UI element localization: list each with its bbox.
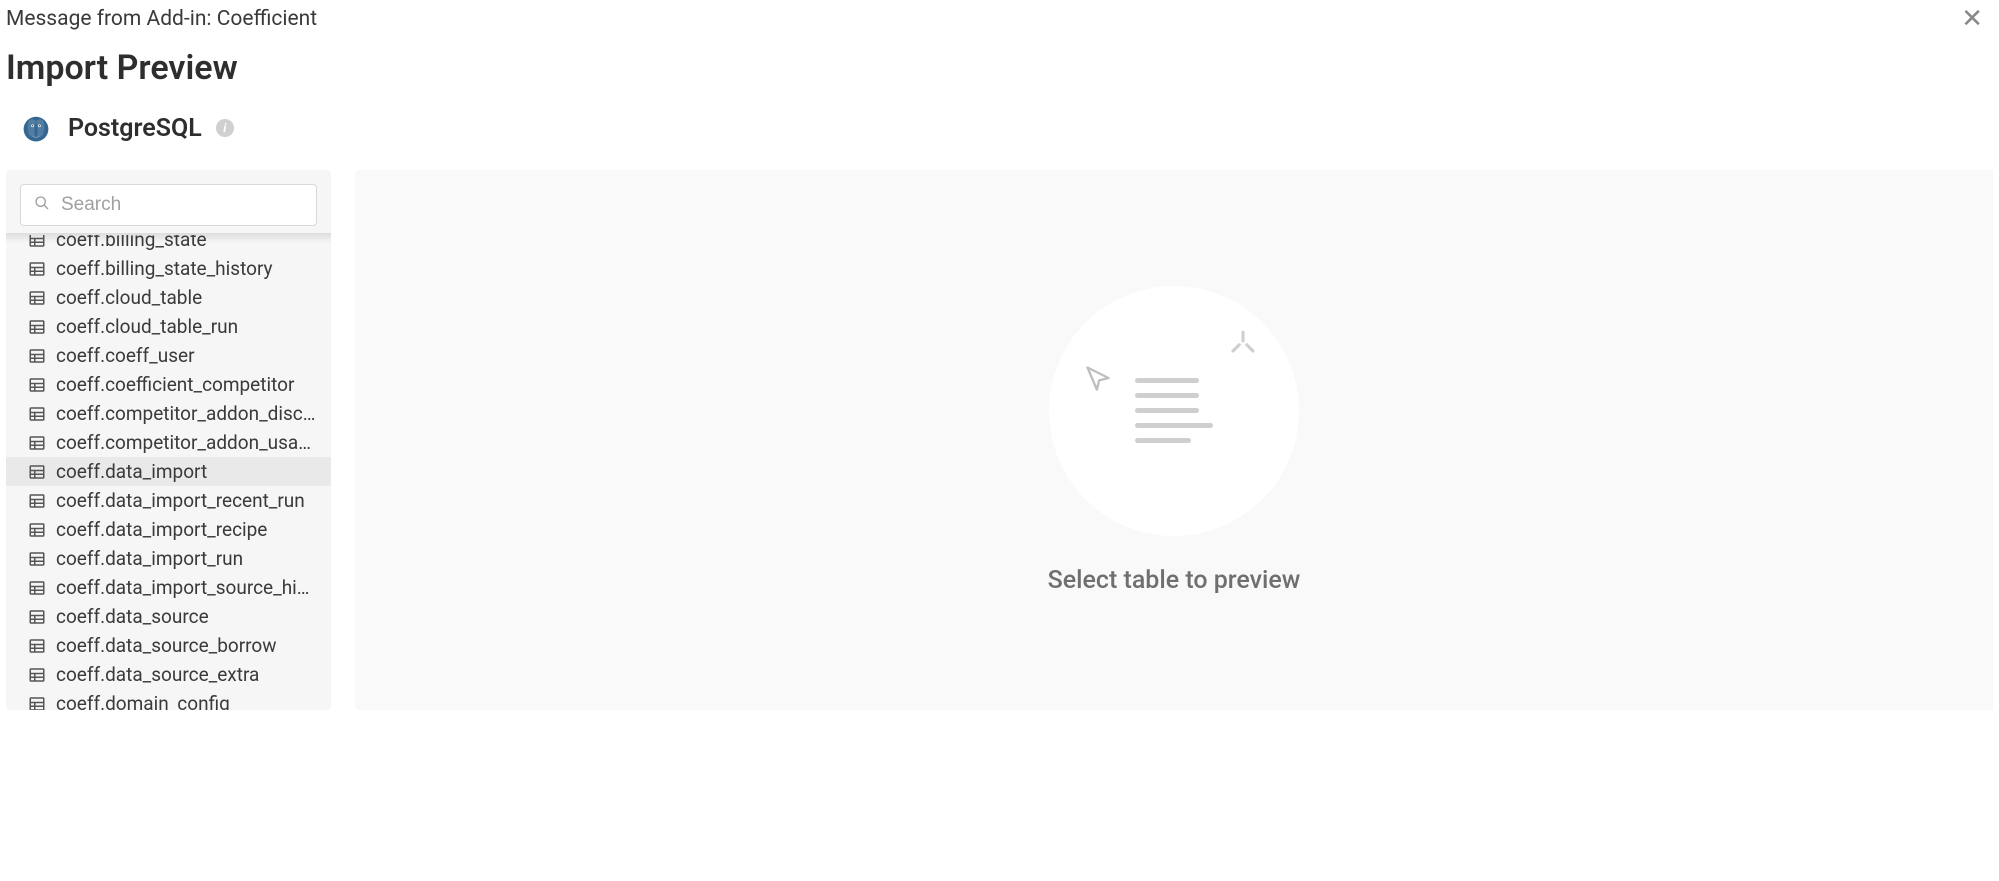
table-item[interactable]: coeff.data_source_extra [6,660,331,689]
table-label: coeff.billing_state [56,235,317,251]
source-name: PostgreSQL [68,114,202,143]
table-label: coeff.data_source_extra [56,663,317,686]
table-icon [28,579,46,597]
addin-message: Message from Add-in: Coefficient [6,7,317,31]
table-label: coeff.data_import_source_histo… [56,576,317,599]
table-label: coeff.data_import_run [56,547,317,570]
table-label: coeff.coefficient_competitor [56,373,317,396]
table-label: coeff.competitor_addon_usage [56,431,317,454]
table-item[interactable]: coeff.billing_state [6,235,331,254]
postgresql-icon [18,110,54,146]
table-label: coeff.cloud_table [56,286,317,309]
table-icon [28,260,46,278]
table-item[interactable]: coeff.cloud_table_run [6,312,331,341]
table-icon [28,318,46,336]
table-label: coeff.cloud_table_run [56,315,317,338]
table-icon [28,666,46,684]
table-label: coeff.data_source_borrow [56,634,317,657]
table-item[interactable]: coeff.data_import_run [6,544,331,573]
table-label: coeff.data_import [56,460,317,483]
data-source-header: PostgreSQL i [0,92,1999,170]
search-icon [34,195,50,211]
table-label: coeff.competitor_addon_discov… [56,402,317,425]
topbar: Message from Add-in: Coefficient ✕ [0,0,1999,34]
table-label: coeff.data_import_recent_run [56,489,317,512]
table-list[interactable]: coeff.billing_state coeff.billing_state_… [6,235,331,710]
table-item[interactable]: coeff.data_import [6,457,331,486]
table-icon [28,235,46,249]
table-label: coeff.data_import_recipe [56,518,317,541]
search-wrap [6,170,331,237]
table-icon [28,376,46,394]
table-icon [28,434,46,452]
table-item[interactable]: coeff.cloud_table [6,283,331,312]
preview-empty-message: Select table to preview [1048,566,1301,595]
table-item[interactable]: coeff.data_source [6,602,331,631]
cursor-icon [1084,364,1112,392]
table-icon [28,608,46,626]
spark-icon [1228,326,1258,356]
table-label: coeff.domain_config [56,692,317,710]
table-item[interactable]: coeff.data_import_recipe [6,515,331,544]
table-item[interactable]: coeff.billing_state_history [6,254,331,283]
table-item[interactable]: coeff.domain_config [6,689,331,710]
table-item[interactable]: coeff.coeff_user [6,341,331,370]
preview-panel: Select table to preview [355,170,1993,710]
table-item[interactable]: coeff.coefficient_competitor [6,370,331,399]
table-icon [28,492,46,510]
table-item[interactable]: coeff.data_import_recent_run [6,486,331,515]
preview-illustration [1049,286,1299,536]
table-icon [28,637,46,655]
table-icon [28,405,46,423]
close-icon[interactable]: ✕ [1955,6,1989,32]
table-icon [28,521,46,539]
table-item[interactable]: coeff.data_source_borrow [6,631,331,660]
table-item[interactable]: coeff.data_import_source_histo… [6,573,331,602]
table-label: coeff.billing_state_history [56,257,317,280]
search-input[interactable] [20,184,317,226]
table-item[interactable]: coeff.competitor_addon_usage [6,428,331,457]
table-icon [28,695,46,711]
table-label: coeff.coeff_user [56,344,317,367]
info-icon[interactable]: i [216,119,234,137]
table-icon [28,347,46,365]
page-title: Import Preview [0,34,1999,92]
lines-icon [1135,378,1213,443]
table-icon [28,463,46,481]
table-item[interactable]: coeff.competitor_addon_discov… [6,399,331,428]
table-sidebar: coeff.billing_state coeff.billing_state_… [6,170,331,710]
table-label: coeff.data_source [56,605,317,628]
table-icon [28,289,46,307]
table-icon [28,550,46,568]
